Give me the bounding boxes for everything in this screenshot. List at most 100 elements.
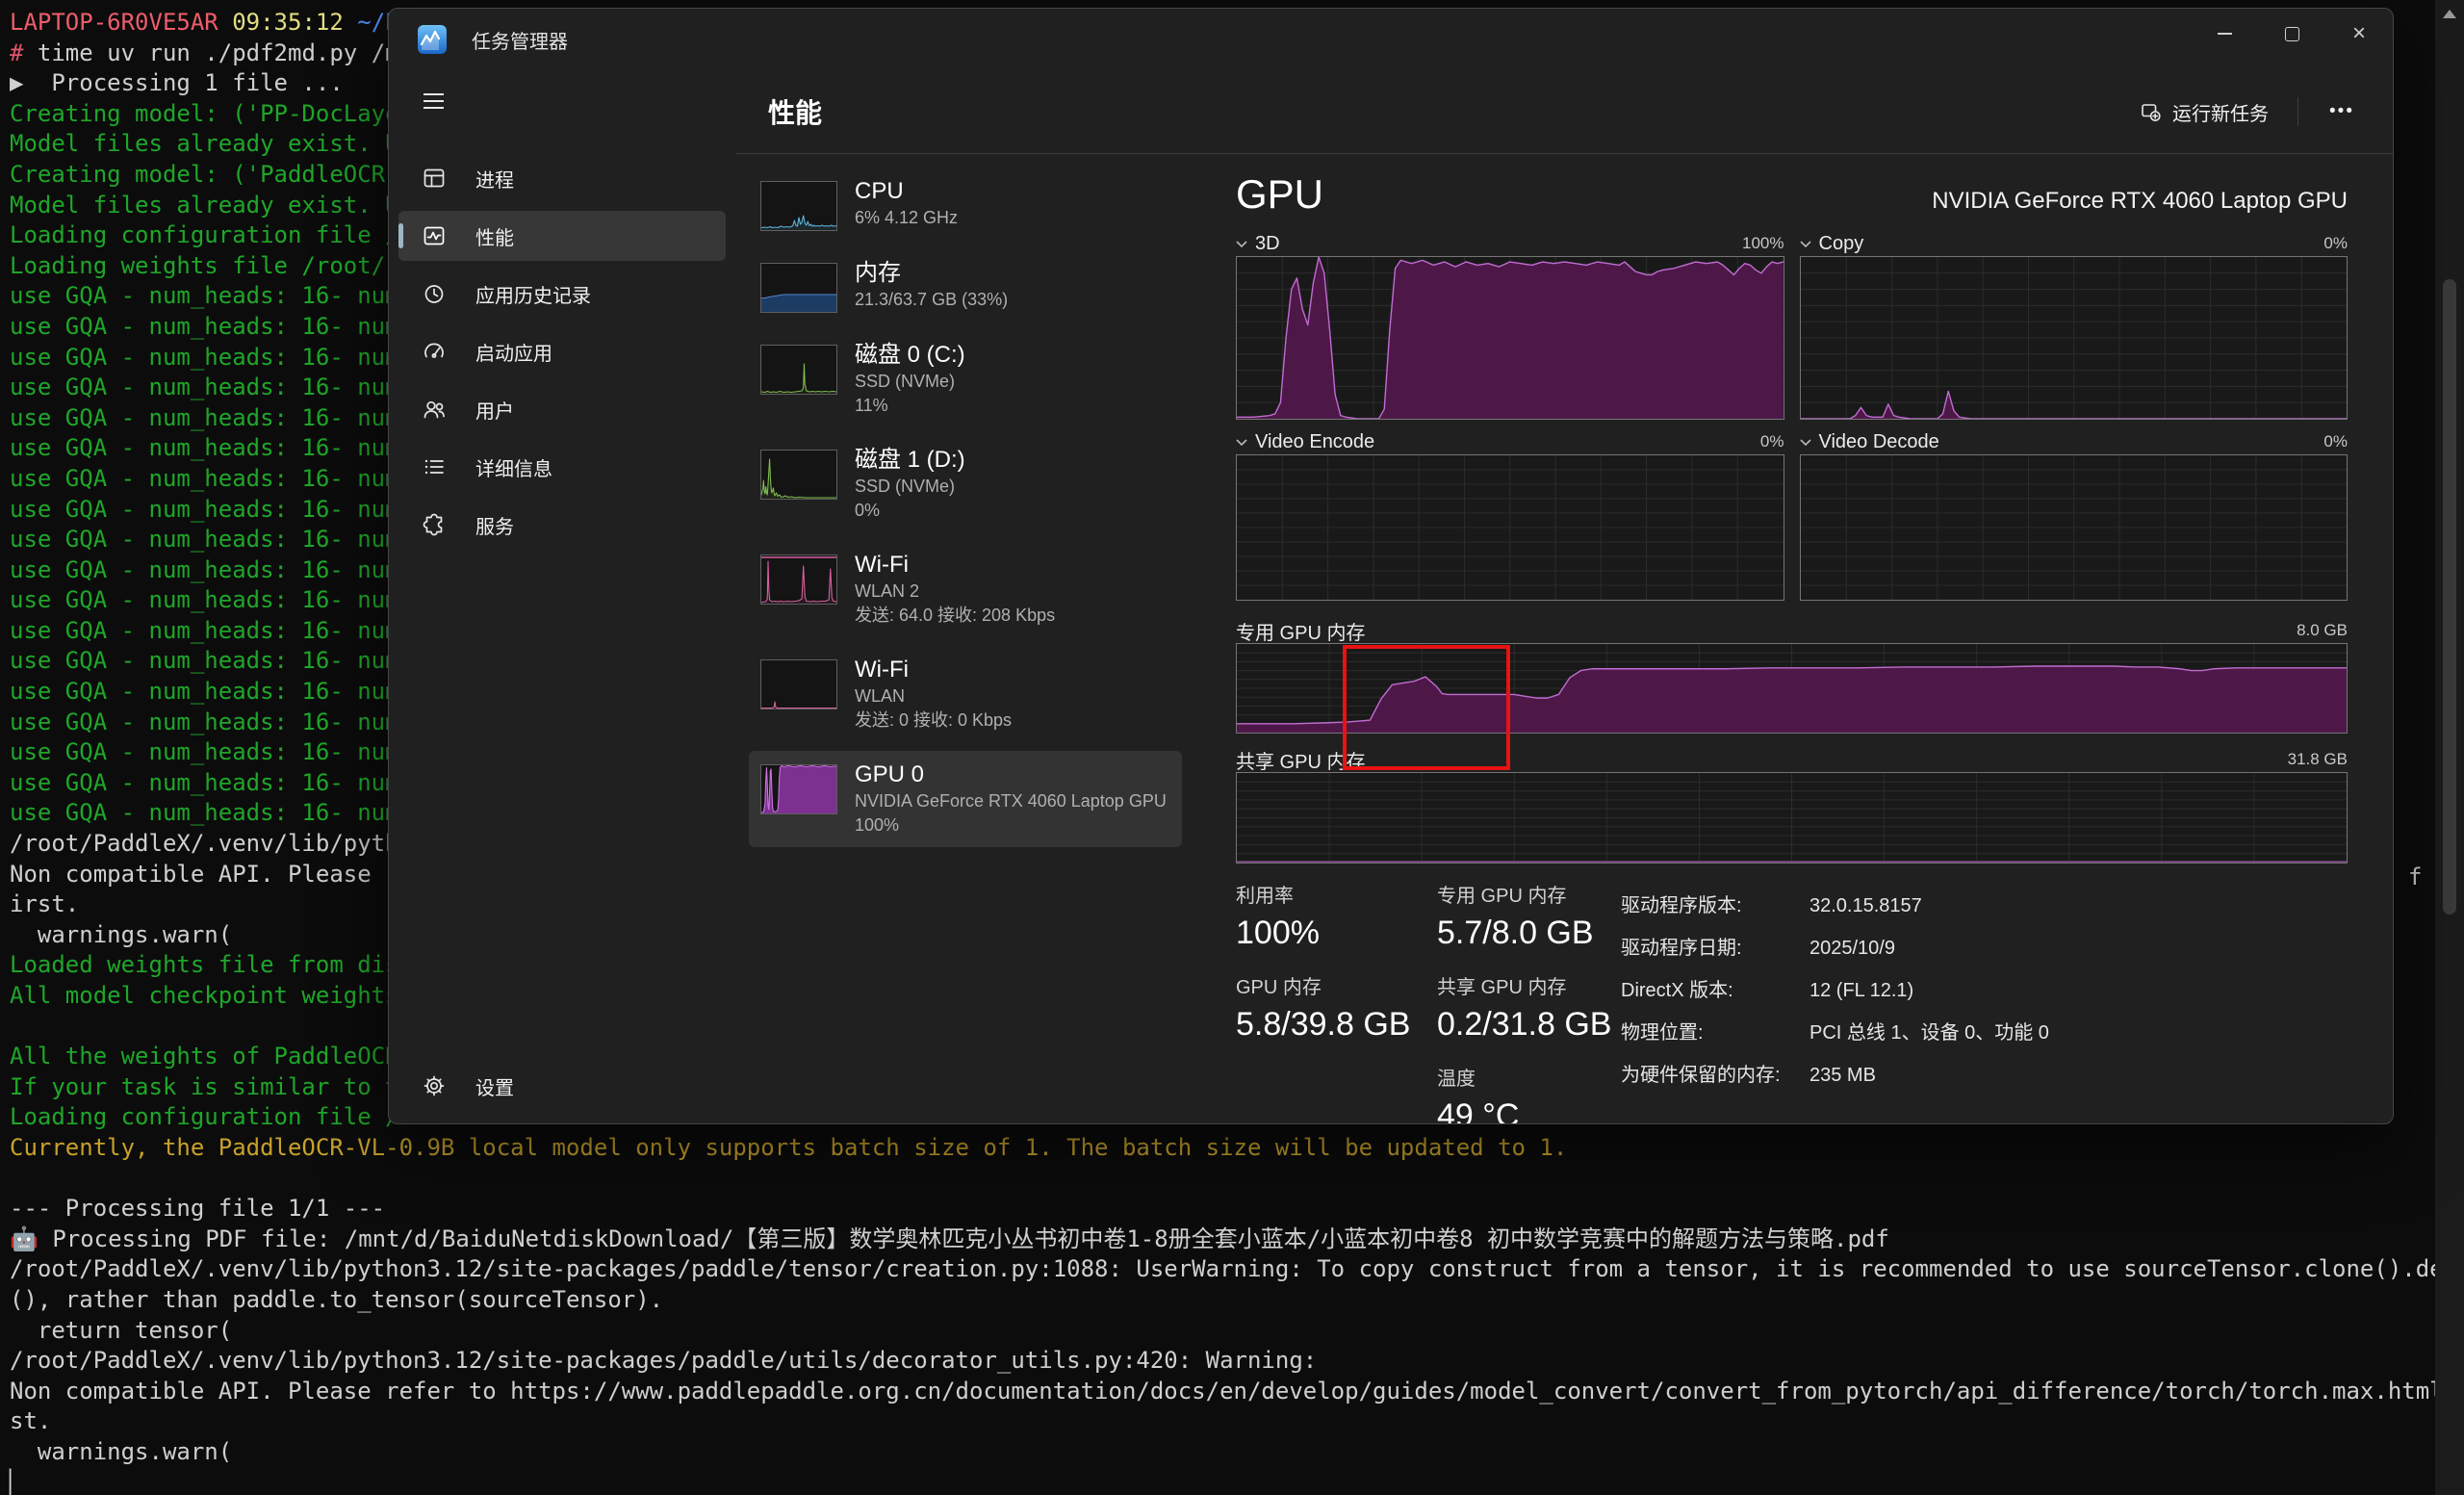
perf-item-wifi2[interactable]: Wi-Fi WLAN 2 发送: 64.0 接收: 208 Kbps: [749, 541, 1182, 637]
thumb_wifi1-svg: [761, 660, 836, 709]
gpu_copy-svg: [1801, 257, 2348, 419]
terminal-overflow-char: f: [2408, 863, 2422, 893]
terminal-line: use GQA - num_heads: 16- num: [10, 403, 399, 434]
perf-title: Wi-Fi: [855, 551, 1055, 580]
chevron-down-icon[interactable]: [1800, 240, 1811, 247]
terminal-line: use GQA - num_heads: 16- num: [10, 616, 399, 647]
close-icon: ×: [2352, 22, 2366, 45]
gpu-copy-chart: [1800, 256, 2348, 420]
maximize-button[interactable]: [2258, 9, 2325, 59]
detail-row: 物理位置: PCI 总线 1、设备 0、功能 0: [1621, 1012, 2348, 1054]
gpu-video-decode-chart: [1800, 454, 2348, 601]
sidebar-item-details[interactable]: 详细信息: [398, 442, 726, 492]
memory-mini-chart: [760, 263, 837, 313]
sidebar-item-label: 详细信息: [475, 453, 552, 481]
terminal-line: All model checkpoint weights: [10, 981, 399, 1012]
perf-item-cpu[interactable]: CPU 6% 4.12 GHz: [749, 168, 1182, 241]
sidebar-item-label: 启动应用: [475, 338, 552, 366]
terminal-line: /root/PaddleX/.venv/lib/python3.12/site-…: [10, 1346, 2464, 1377]
terminal-line: /root/PaddleX/.venv/lib/pyth: [10, 829, 399, 860]
sidebar-item-settings[interactable]: 设置: [398, 1061, 726, 1111]
stat-value-dedicated-memory: 5.7/8.0 GB: [1437, 913, 1621, 953]
terminal-line: Creating model: ('PP-DocLayo: [10, 99, 399, 130]
detail-row: 为硬件保留的内存: 235 MB: [1621, 1054, 2348, 1096]
services-icon: [422, 512, 447, 537]
sidebar-item-label: 进程: [475, 165, 514, 193]
perf-title: 内存: [855, 259, 1008, 288]
chart-title-copy: Copy: [1819, 233, 1864, 255]
perf-item-memory[interactable]: 内存 21.3/63.7 GB (33%): [749, 249, 1182, 322]
terminal-line: use GQA - num_heads: 16- num: [10, 798, 399, 829]
perf-item-wifi1[interactable]: Wi-Fi WLAN 发送: 0 接收: 0 Kbps: [749, 646, 1182, 742]
chevron-down-icon[interactable]: [1800, 438, 1811, 446]
close-button[interactable]: ×: [2325, 9, 2393, 59]
thumb_disk1-svg: [761, 451, 836, 499]
header-divider: [2297, 97, 2298, 126]
terminal-line: Loading configuration file /: [10, 220, 399, 251]
chart-max-shared-memory: 31.8 GB: [2288, 750, 2348, 769]
terminal-line: use GQA - num_heads: 16- num: [10, 343, 399, 374]
chart-value-copy: 0%: [2323, 234, 2348, 253]
run-new-task-button[interactable]: 运行新任务: [2128, 90, 2280, 134]
gpu_3d-svg: [1237, 257, 1784, 419]
sidebar-item-processes[interactable]: 进程: [398, 153, 726, 203]
startup-apps-icon: [422, 339, 447, 364]
sidebar-item-services[interactable]: 服务: [398, 500, 726, 550]
stat-label-utilization: 利用率: [1236, 885, 1437, 908]
sidebar-item-users[interactable]: 用户: [398, 384, 726, 434]
stat-label-temperature: 温度: [1437, 1068, 1621, 1091]
video_encode-svg: [1237, 455, 1784, 600]
terminal-line: /root/PaddleX/.venv/lib/python3.12/site-…: [10, 1254, 2464, 1285]
stat-label-gpu-memory: GPU 内存: [1236, 976, 1437, 999]
sidebar-item-startup-apps[interactable]: 启动应用: [398, 326, 726, 376]
perf-item-disk0[interactable]: 磁盘 0 (C:) SSD (NVMe) 11%: [749, 331, 1182, 427]
terminal-line: use GQA - num_heads: 16- num: [10, 373, 399, 403]
scroll-up-arrow-icon[interactable]: [2443, 10, 2456, 18]
minimize-button[interactable]: [2191, 9, 2258, 59]
menu-toggle-button[interactable]: [414, 82, 456, 120]
titlebar[interactable]: 任务管理器 ×: [389, 9, 2393, 70]
thumb_disk0-svg: [761, 346, 836, 394]
chart-value-3d: 100%: [1742, 234, 1784, 253]
chart-title-3d: 3D: [1255, 233, 1280, 255]
chart-value-video-encode: 0%: [1760, 432, 1784, 451]
task-manager-app-icon: [418, 25, 447, 54]
performance-list: CPU 6% 4.12 GHz 内存 21.3/63.7 GB (33%): [735, 154, 1188, 1124]
thumb_gpu-svg: [761, 765, 836, 813]
gpu-mini-chart: [760, 764, 837, 814]
terminal-scrollbar-thumb[interactable]: [2443, 279, 2456, 915]
gear-icon: [422, 1073, 447, 1098]
task-manager-window: 任务管理器 × 进程: [388, 8, 2394, 1124]
sidebar-spacer: [389, 554, 735, 1057]
stat-label-shared-memory: 共享 GPU 内存: [1437, 976, 1621, 999]
terminal-line: use GQA - num_heads: 16- num: [10, 768, 399, 799]
hamburger-icon: [424, 93, 444, 95]
screen: LAPTOP-6R0VE5AR 09:35:12 ~/P# time uv ru…: [0, 0, 2464, 1495]
sidebar-item-label: 服务: [475, 511, 514, 539]
perf-sub: WLAN 2: [855, 580, 1055, 604]
sidebar-nav: 进程 性能 应用历史记录 启: [389, 149, 735, 554]
sidebar-item-app-history[interactable]: 应用历史记录: [398, 269, 726, 319]
video_decode-svg: [1801, 455, 2348, 600]
content-header: 性能 运行新任务 •••: [735, 70, 2393, 154]
sidebar-item-performance[interactable]: 性能: [398, 211, 726, 261]
terminal-line: use GQA - num_heads: 16- num: [10, 646, 399, 677]
terminal-scrollbar[interactable]: [2435, 0, 2464, 1495]
terminal-line: ▏: [10, 1468, 2464, 1495]
perf-item-gpu0[interactable]: GPU 0 NVIDIA GeForce RTX 4060 Laptop GPU…: [749, 751, 1182, 847]
perf-title: GPU 0: [855, 760, 1167, 789]
perf-title: 磁盘 1 (D:): [855, 446, 965, 475]
perf-item-disk1[interactable]: 磁盘 1 (D:) SSD (NVMe) 0%: [749, 436, 1182, 532]
chevron-down-icon[interactable]: [1236, 240, 1247, 247]
thumb_mem-svg: [761, 264, 836, 312]
sidebar: 进程 性能 应用历史记录 启: [389, 70, 735, 1124]
processes-icon: [422, 166, 447, 191]
perf-sub: SSD (NVMe): [855, 475, 965, 499]
perf-sub: 11%: [855, 394, 965, 418]
terminal-line: use GQA - num_heads: 16- num: [10, 555, 399, 586]
page-title: 性能: [768, 92, 822, 131]
chart-title-video-encode: Video Encode: [1255, 431, 1374, 453]
more-options-button[interactable]: •••: [2316, 95, 2368, 128]
terminal-line: use GQA - num_heads: 16- num: [10, 525, 399, 555]
chevron-down-icon[interactable]: [1236, 438, 1247, 446]
